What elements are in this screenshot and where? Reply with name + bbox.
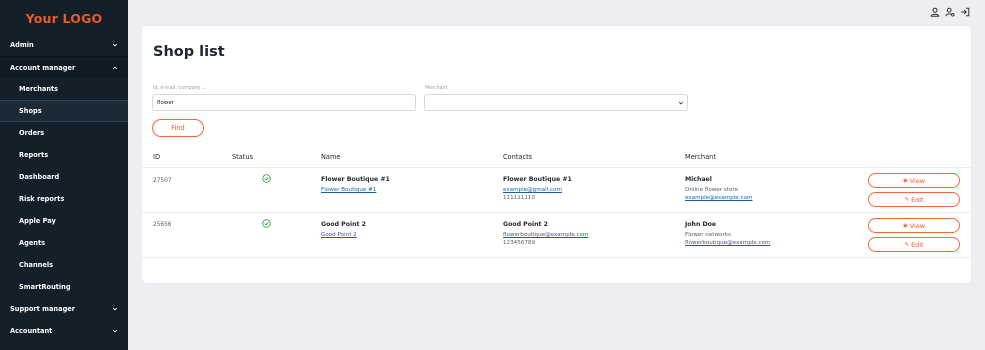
logo[interactable]: Your LOGO — [0, 0, 128, 36]
chevron-down-icon — [111, 327, 119, 335]
find-button[interactable]: Find — [152, 119, 204, 137]
contact-name: Good Point 2 — [503, 221, 548, 228]
merchant-label: Merchant — [425, 86, 448, 91]
view-label: View — [909, 176, 925, 185]
sidebar-item-shops[interactable]: Shops — [0, 100, 128, 122]
sidebar-item-label: Admin — [10, 41, 34, 49]
view-button[interactable]: ◉ View — [868, 218, 960, 233]
sidebar-item-accountant[interactable]: Accountant — [0, 320, 128, 342]
row-id: 27507 — [153, 178, 172, 184]
shop-list-card: Shop list id, e-mail, company ... Mercha… — [142, 26, 971, 283]
chevron-up-icon — [111, 64, 119, 72]
view-label: View — [909, 221, 925, 230]
check-circle-icon — [262, 174, 271, 183]
view-button[interactable]: ◉ View — [868, 173, 960, 188]
shop-name-link[interactable]: Flower Boutique #1 — [321, 187, 390, 195]
sidebar-item-orders[interactable]: Orders — [0, 122, 128, 144]
contacts-cell: Good Point 2 flowerboutique@example.com … — [503, 221, 588, 247]
contact-phone: 123456789 — [503, 239, 536, 246]
sidebar-item-label: SmartRouting — [19, 283, 71, 291]
sidebar-item-label: Shops — [19, 107, 42, 115]
pencil-icon: ✎ — [904, 241, 910, 248]
sidebar-item-smartrouting[interactable]: SmartRouting — [0, 276, 128, 298]
sidebar-item-admin[interactable]: Admin — [0, 34, 128, 56]
contact-email-link[interactable]: example@gmail.com — [503, 187, 572, 195]
row-divider — [142, 212, 971, 213]
merchant-description: Online flower store — [685, 187, 739, 194]
merchant-email-link[interactable]: example@example.com — [685, 195, 752, 203]
shop-name-link[interactable]: Good Point 2 — [321, 232, 366, 240]
logout-icon[interactable] — [959, 6, 971, 18]
sidebar-item-label: Dashboard — [19, 173, 60, 181]
sidebar-item-channels[interactable]: Channels — [0, 254, 128, 276]
sidebar-item-risk-reports[interactable]: Risk reports — [0, 188, 128, 210]
sidebar-item-apple-pay[interactable]: Apple Pay — [0, 210, 128, 232]
row-divider — [142, 257, 971, 258]
merchant-cell: Michael Online flower store example@exam… — [685, 176, 752, 202]
column-header-contacts[interactable]: Contacts — [503, 153, 532, 161]
search-input[interactable] — [152, 94, 416, 111]
row-id: 25656 — [153, 222, 172, 228]
edit-label: Edit — [911, 240, 924, 249]
sidebar-item-dashboard[interactable]: Dashboard — [0, 166, 128, 188]
merchant-name: John Doe — [685, 221, 717, 228]
merchant-select[interactable] — [424, 94, 688, 111]
chevron-down-icon — [111, 41, 119, 49]
check-circle-icon — [262, 219, 271, 228]
eye-icon: ◉ — [903, 222, 908, 229]
contact-name: Flower Boutique #1 — [503, 176, 572, 183]
sidebar: Your LOGO Admin Account manager Merchant… — [0, 0, 128, 350]
shop-name: Flower Boutique #1 — [321, 176, 390, 183]
eye-icon: ◉ — [903, 177, 908, 184]
column-header-status[interactable]: Status — [232, 153, 253, 161]
sidebar-item-support-manager[interactable]: Support manager — [0, 298, 128, 320]
user-settings-icon[interactable] — [944, 6, 956, 18]
merchant-name: Michael — [685, 176, 712, 183]
sidebar-item-label: Risk reports — [19, 195, 65, 203]
chevron-down-icon — [678, 101, 684, 105]
column-header-name[interactable]: Name — [321, 153, 340, 161]
header-icons — [929, 6, 971, 18]
table-divider — [142, 167, 971, 168]
sidebar-item-label: Orders — [19, 129, 45, 137]
sidebar-item-label: Apple Pay — [19, 217, 56, 225]
page-title: Shop list — [153, 44, 225, 60]
pencil-icon: ✎ — [904, 196, 910, 203]
sidebar-item-label: Channels — [19, 261, 54, 269]
sidebar-item-label: Account manager — [10, 63, 76, 72]
sidebar-item-agents[interactable]: Agents — [0, 232, 128, 254]
edit-button[interactable]: ✎ Edit — [868, 192, 960, 207]
edit-label: Edit — [911, 195, 924, 204]
sidebar-item-label: Merchants — [19, 85, 59, 93]
search-label: id, e-mail, company ... — [153, 86, 207, 91]
column-header-merchant[interactable]: Merchant — [685, 153, 716, 161]
shop-name: Good Point 2 — [321, 221, 366, 228]
name-cell: Good Point 2 Good Point 2 — [321, 221, 366, 240]
edit-button[interactable]: ✎ Edit — [868, 237, 960, 252]
sidebar-item-merchants[interactable]: Merchants — [0, 78, 128, 100]
sidebar-item-account-manager[interactable]: Account manager — [0, 56, 128, 78]
sidebar-item-label: Support manager — [10, 305, 76, 313]
sidebar-item-label: Reports — [19, 151, 49, 159]
user-icon[interactable] — [929, 6, 941, 18]
sidebar-item-reports[interactable]: Reports — [0, 144, 128, 166]
merchant-email-link[interactable]: flowerboutique@example.com — [685, 240, 770, 248]
chevron-down-icon — [111, 305, 119, 313]
sidebar-nav: Admin Account manager Merchants Shops Or… — [0, 34, 128, 342]
contact-email-link[interactable]: flowerboutique@example.com — [503, 232, 588, 240]
name-cell: Flower Boutique #1 Flower Boutique #1 — [321, 176, 390, 195]
contact-phone: 111111110 — [503, 194, 536, 201]
sidebar-item-label: Accountant — [10, 327, 53, 335]
contacts-cell: Flower Boutique #1 example@gmail.com 111… — [503, 176, 572, 202]
column-header-id[interactable]: ID — [153, 153, 160, 161]
merchant-cell: John Doe Flower networks flowerboutique@… — [685, 221, 770, 247]
merchant-description: Flower networks — [685, 232, 731, 239]
sidebar-item-label: Agents — [19, 239, 46, 247]
